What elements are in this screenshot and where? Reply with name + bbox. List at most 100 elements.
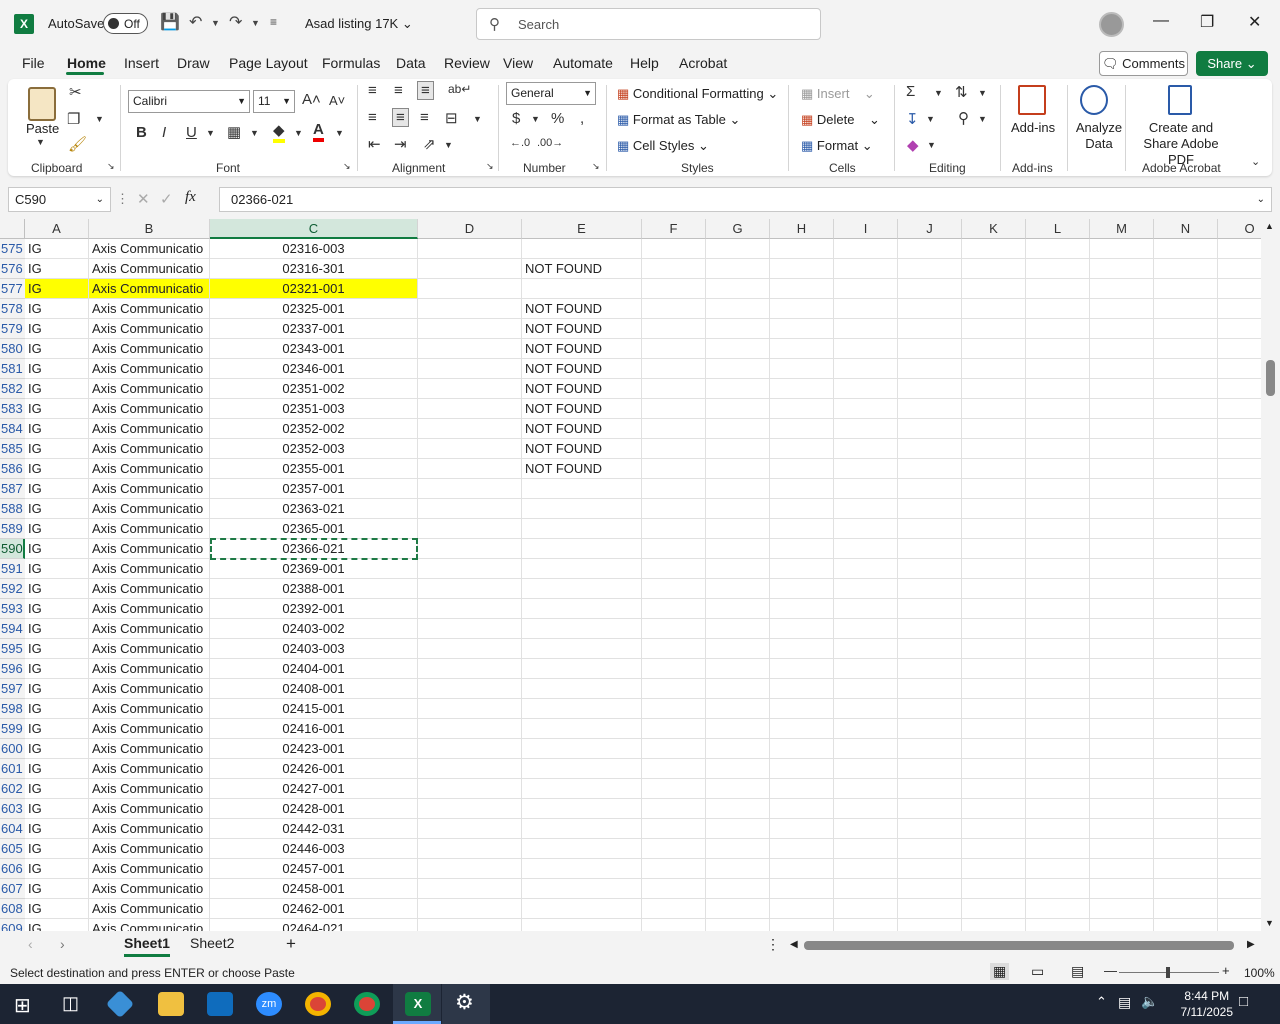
cell-i[interactable] (834, 759, 898, 779)
cell-b[interactable]: Axis Communicatio (89, 259, 210, 279)
cell-j[interactable] (898, 359, 962, 379)
cell-i[interactable] (834, 359, 898, 379)
cell-b[interactable]: Axis Communicatio (89, 879, 210, 899)
cell-h[interactable] (770, 739, 834, 759)
cell-a[interactable]: IG (25, 559, 89, 579)
vertical-scroll-thumb[interactable] (1266, 360, 1275, 396)
number-launcher-icon[interactable]: ↘ (592, 161, 600, 172)
sheet-tab-1[interactable]: Sheet1 (124, 935, 170, 957)
cell-h[interactable] (770, 579, 834, 599)
cell-b[interactable]: Axis Communicatio (89, 239, 210, 259)
cell-k[interactable] (962, 639, 1026, 659)
cell-k[interactable] (962, 419, 1026, 439)
cell-j[interactable] (898, 739, 962, 759)
cell-k[interactable] (962, 699, 1026, 719)
cell-g[interactable] (706, 619, 770, 639)
cell-j[interactable] (898, 759, 962, 779)
cell-k[interactable] (962, 719, 1026, 739)
cell-l[interactable] (1026, 519, 1090, 539)
autosave-toggle[interactable]: Off (103, 13, 148, 34)
cell-k[interactable] (962, 739, 1026, 759)
cell-m[interactable] (1090, 339, 1154, 359)
cell-k[interactable] (962, 759, 1026, 779)
cell-a[interactable]: IG (25, 679, 89, 699)
cell-k[interactable] (962, 559, 1026, 579)
vertical-scrollbar[interactable]: ▲ ▼ (1261, 219, 1280, 931)
zoom-out-icon[interactable]: — (1104, 963, 1117, 978)
cell-l[interactable] (1026, 279, 1090, 299)
outlook-icon[interactable] (207, 992, 233, 1016)
cell-g[interactable] (706, 659, 770, 679)
cell-g[interactable] (706, 679, 770, 699)
cell-m[interactable] (1090, 839, 1154, 859)
cell-n[interactable] (1154, 399, 1218, 419)
row-header[interactable]: 594 (0, 619, 25, 639)
close-icon[interactable]: ✕ (1248, 12, 1261, 32)
cell-b[interactable]: Axis Communicatio (89, 679, 210, 699)
normal-view-icon[interactable]: ▦ (990, 963, 1010, 980)
align-left-icon[interactable]: ≡ (368, 109, 377, 126)
adobe-pdf-icon[interactable] (1168, 85, 1192, 115)
cell-d[interactable] (418, 459, 522, 479)
cell-h[interactable] (770, 899, 834, 919)
cell-m[interactable] (1090, 719, 1154, 739)
cell-j[interactable] (898, 459, 962, 479)
cell-h[interactable] (770, 239, 834, 259)
cell-m[interactable] (1090, 799, 1154, 819)
cell-i[interactable] (834, 339, 898, 359)
cell-n[interactable] (1154, 779, 1218, 799)
cell-j[interactable] (898, 599, 962, 619)
row-header[interactable]: 586 (0, 459, 25, 479)
cell-n[interactable] (1154, 519, 1218, 539)
cell-e[interactable] (522, 619, 642, 639)
cell-b[interactable]: Axis Communicatio (89, 519, 210, 539)
cell-h[interactable] (770, 879, 834, 899)
cell-n[interactable] (1154, 359, 1218, 379)
column-header-j[interactable]: J (898, 219, 962, 239)
cell-b[interactable]: Axis Communicatio (89, 599, 210, 619)
cell-n[interactable] (1154, 919, 1218, 931)
row-header[interactable]: 597 (0, 679, 25, 699)
zoom-level[interactable]: 100% (1244, 966, 1275, 980)
cell-b[interactable]: Axis Communicatio (89, 779, 210, 799)
cell-l[interactable] (1026, 699, 1090, 719)
cell-e[interactable]: NOT FOUND (522, 299, 642, 319)
cell-a[interactable]: IG (25, 579, 89, 599)
align-top-icon[interactable]: ≡ (368, 82, 377, 99)
cell-h[interactable] (770, 359, 834, 379)
cell-styles-button[interactable]: ▦ Cell Styles ⌄ (617, 138, 709, 154)
cell-d[interactable] (418, 659, 522, 679)
cell-e[interactable] (522, 639, 642, 659)
cell-a[interactable]: IG (25, 419, 89, 439)
cell-f[interactable] (642, 799, 706, 819)
cell-d[interactable] (418, 259, 522, 279)
cell-n[interactable] (1154, 279, 1218, 299)
cell-g[interactable] (706, 819, 770, 839)
cell-a[interactable]: IG (25, 599, 89, 619)
merge-center-icon[interactable]: ⊟ (445, 109, 458, 127)
row-header[interactable]: 583 (0, 399, 25, 419)
orientation-dropdown-icon[interactable]: ▼ (444, 140, 453, 150)
row-header[interactable]: 589 (0, 519, 25, 539)
cell-f[interactable] (642, 559, 706, 579)
row-header[interactable]: 595 (0, 639, 25, 659)
bold-icon[interactable]: B (136, 124, 147, 141)
cell-m[interactable] (1090, 479, 1154, 499)
more-options-icon[interactable]: ⋮ (116, 191, 129, 207)
cell-e[interactable]: NOT FOUND (522, 439, 642, 459)
currency-icon[interactable]: $ (512, 110, 520, 127)
cell-m[interactable] (1090, 879, 1154, 899)
volume-icon[interactable]: 🔈 (1141, 993, 1158, 1010)
cell-i[interactable] (834, 459, 898, 479)
cell-n[interactable] (1154, 579, 1218, 599)
column-header-n[interactable]: N (1154, 219, 1218, 239)
cell-e[interactable] (522, 559, 642, 579)
cell-i[interactable] (834, 779, 898, 799)
cell-d[interactable] (418, 739, 522, 759)
row-header[interactable]: 598 (0, 699, 25, 719)
row-header[interactable]: 605 (0, 839, 25, 859)
column-header-i[interactable]: I (834, 219, 898, 239)
cell-f[interactable] (642, 539, 706, 559)
cell-h[interactable] (770, 499, 834, 519)
cell-g[interactable] (706, 779, 770, 799)
